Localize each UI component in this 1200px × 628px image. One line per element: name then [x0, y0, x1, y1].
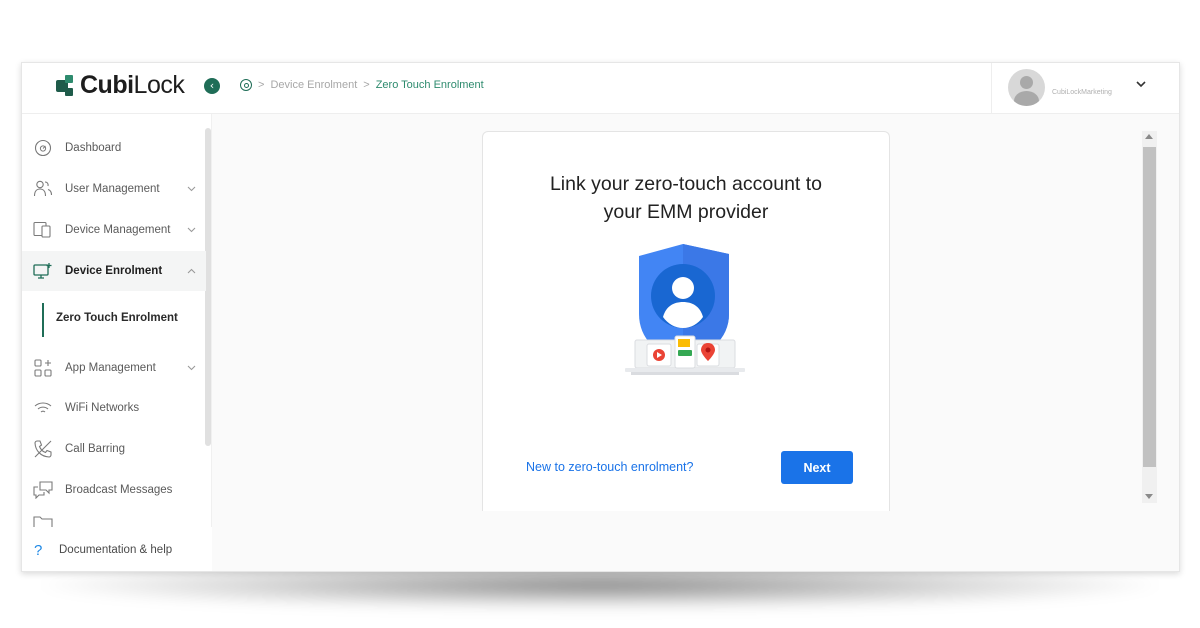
- users-icon: [33, 179, 53, 199]
- zero-touch-illustration: [619, 244, 751, 384]
- monitor-add-icon: [33, 261, 53, 281]
- sidebar-collapse-button[interactable]: ‹: [204, 78, 220, 94]
- breadcrumb-separator: >: [363, 79, 370, 91]
- sidebar-item-app-management[interactable]: App Management: [22, 348, 206, 388]
- scroll-thumb[interactable]: [1143, 147, 1156, 467]
- user-menu[interactable]: CubiLockMarketing: [991, 63, 1179, 114]
- chevron-down-icon[interactable]: [1136, 77, 1146, 91]
- breadcrumb-zero-touch: Zero Touch Enrolment: [375, 79, 484, 91]
- sidebar-item-label: User Management: [65, 183, 160, 195]
- sidebar: Dashboard User Management Device Managem…: [22, 114, 212, 571]
- main-scrollbar[interactable]: [1142, 131, 1157, 503]
- sidebar-item-user-management[interactable]: User Management: [22, 169, 206, 209]
- sidebar-item-partial[interactable]: [22, 511, 206, 527]
- card-title: Link your zero-touch account to your EMM…: [549, 173, 823, 223]
- wifi-icon: [33, 398, 53, 418]
- documentation-help-label: Documentation & help: [59, 544, 173, 556]
- chevron-down-icon: [187, 184, 196, 195]
- sidebar-item-label: Broadcast Messages: [65, 484, 173, 496]
- help-icon: ?: [34, 541, 43, 559]
- brand-name: CubiLock: [80, 71, 185, 99]
- chevron-down-icon: [187, 225, 196, 236]
- top-header: CubiLock ‹ > Device Enrolment > Zero Tou…: [22, 63, 1179, 114]
- logo-mark-icon: [56, 74, 76, 97]
- user-name: CubiLockMarketing: [1052, 89, 1112, 96]
- sidebar-item-label: Device Management: [65, 224, 171, 236]
- sidebar-item-device-management[interactable]: Device Management: [22, 210, 206, 250]
- active-indicator: [42, 303, 44, 337]
- sidebar-item-device-enrolment[interactable]: Device Enrolment: [22, 251, 206, 291]
- dashboard-icon[interactable]: [240, 79, 252, 91]
- new-to-zero-touch-link[interactable]: New to zero-touch enrolment?: [526, 460, 693, 474]
- scroll-down-arrow-icon[interactable]: [1145, 494, 1153, 499]
- sidebar-item-dashboard[interactable]: Dashboard: [22, 128, 206, 168]
- phone-off-icon: [33, 439, 53, 459]
- sidebar-item-label: App Management: [65, 362, 156, 374]
- app-window: CubiLock ‹ > Device Enrolment > Zero Tou…: [21, 62, 1180, 572]
- gauge-icon: [33, 138, 53, 158]
- avatar[interactable]: [1008, 69, 1045, 106]
- sidebar-subitem-label: Zero Touch Enrolment: [56, 312, 178, 324]
- sidebar-item-label: Dashboard: [65, 142, 122, 154]
- chevron-up-icon: [187, 266, 196, 277]
- sidebar-subitem-zero-touch[interactable]: Zero Touch Enrolment: [22, 299, 206, 339]
- sidebar-item-broadcast-messages[interactable]: Broadcast Messages: [22, 470, 206, 510]
- documentation-help-link[interactable]: ? Documentation & help: [22, 527, 212, 571]
- chevron-down-icon: [187, 363, 196, 374]
- zero-touch-card: Link your zero-touch account to your EMM…: [482, 131, 890, 511]
- next-button[interactable]: Next: [781, 451, 853, 484]
- apps-icon: [33, 358, 53, 378]
- sidebar-item-wifi-networks[interactable]: WiFi Networks: [22, 388, 206, 428]
- breadcrumb-device-enrolment[interactable]: Device Enrolment: [270, 79, 357, 91]
- sidebar-item-label: Call Barring: [65, 443, 126, 455]
- messages-icon: [33, 480, 53, 500]
- breadcrumb-separator: >: [258, 79, 265, 91]
- sidebar-item-call-barring[interactable]: Call Barring: [22, 429, 206, 469]
- brand-logo[interactable]: CubiLock: [56, 71, 185, 100]
- scroll-up-arrow-icon[interactable]: [1145, 134, 1153, 139]
- folder-icon: [33, 513, 53, 527]
- devices-icon: [33, 220, 53, 240]
- sidebar-item-label: Device Enrolment: [65, 265, 163, 277]
- breadcrumb: > Device Enrolment > Zero Touch Enrolmen…: [240, 79, 484, 91]
- sidebar-item-label: WiFi Networks: [65, 402, 140, 414]
